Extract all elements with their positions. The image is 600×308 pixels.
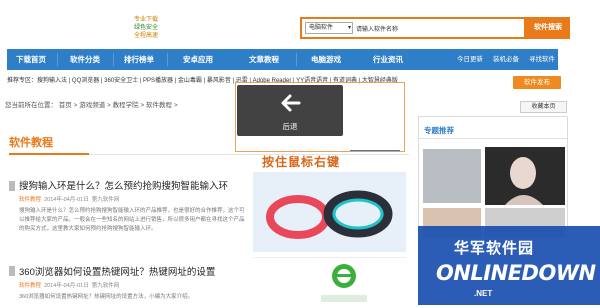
gesture-hint: 按住鼠标右键 bbox=[262, 155, 341, 169]
bookmark-button[interactable]: 收藏本页 bbox=[520, 101, 567, 113]
slogan-line-3: 全程高速 bbox=[133, 33, 158, 39]
search-category-select[interactable]: 电脑软件 ▾ bbox=[305, 22, 353, 34]
nav-divider bbox=[57, 53, 58, 66]
bullet-icon bbox=[9, 181, 15, 191]
slogan-line-1: 专业下载 bbox=[133, 17, 158, 23]
nav-divider bbox=[167, 53, 168, 66]
breadcrumb[interactable]: 您当前所在位置： 首页 > 游戏频道 > 教程学院 > 软件教程 > bbox=[5, 100, 178, 112]
section-title: 软件教程 bbox=[9, 137, 53, 149]
site-slogan: 专业下载 绿色安全 全程高速 bbox=[116, 16, 176, 40]
watermark-en: ONLINEDOWN bbox=[436, 261, 596, 285]
browser-360-logo-icon bbox=[321, 264, 367, 302]
publish-software-button[interactable]: 软件发布 bbox=[513, 76, 561, 89]
nav-link-today[interactable]: 今日更新 bbox=[457, 49, 483, 70]
bullet-icon bbox=[9, 266, 15, 276]
topic-image[interactable] bbox=[485, 147, 565, 205]
chevron-down-icon: ▾ bbox=[347, 25, 351, 31]
article-meta: 软件教程 2014年-04月-01日 第九软件网 bbox=[19, 281, 119, 289]
article-summary: 360浏览器如何设置热键网址？热键网址的设置方法，小编为大家介绍。 bbox=[19, 294, 194, 300]
back-arrow-icon bbox=[281, 94, 301, 112]
wristband-image[interactable] bbox=[253, 172, 406, 252]
nav-divider bbox=[113, 53, 114, 66]
watermark-domain: .NET bbox=[474, 289, 493, 298]
article-title[interactable]: 360浏览器如何设置热键网址？热键网址的设置 bbox=[19, 264, 215, 278]
nav-item-home[interactable]: 下载首页 bbox=[11, 49, 51, 70]
browser-360-image[interactable] bbox=[253, 257, 406, 305]
nav-item-rankings[interactable]: 排行榜单 bbox=[119, 49, 159, 70]
watermark-cn: 华军软件园 bbox=[454, 240, 535, 257]
article-meta: 软件教程 2014年-04月-01日 第九软件网 bbox=[19, 195, 119, 203]
gesture-trail bbox=[350, 150, 400, 151]
article-date: 2014年-04月-01日 bbox=[44, 283, 89, 289]
back-label: 后退 bbox=[282, 122, 298, 131]
topic-image[interactable] bbox=[423, 149, 481, 203]
wristband-icon bbox=[253, 172, 406, 252]
article-source: 第九软件网 bbox=[91, 197, 120, 203]
topics-title: 专题推荐 bbox=[424, 126, 454, 135]
topics-divider bbox=[419, 138, 567, 139]
nav-item-tutorials[interactable]: 文章教程 bbox=[242, 49, 286, 70]
search-category-value: 电脑软件 bbox=[309, 25, 334, 31]
section-accent bbox=[9, 153, 89, 155]
slogan-line-2: 绿色安全 bbox=[133, 25, 158, 31]
nav-link-essentials[interactable]: 装机必备 bbox=[493, 49, 519, 70]
article-category[interactable]: 软件教程 bbox=[19, 283, 41, 289]
article-category[interactable]: 软件教程 bbox=[19, 197, 41, 203]
article-summary: 搜狗输入环是什么？怎么预约抢购搜狗智能输入环的产品推荐，也是很好的合作推荐，这个… bbox=[19, 208, 245, 232]
article-title[interactable]: 搜狗输入环是什么？怎么预约抢购搜狗智能输入环 bbox=[19, 178, 228, 192]
search-button[interactable]: 软件搜索 bbox=[526, 17, 570, 39]
nav-link-find[interactable]: 寻找软件 bbox=[529, 49, 555, 70]
nav-item-android[interactable]: 安卓应用 bbox=[176, 49, 220, 70]
article-source: 第九软件网 bbox=[91, 283, 120, 289]
recommend-label: 推荐专区： bbox=[7, 78, 38, 84]
search-input[interactable] bbox=[356, 23, 516, 34]
nav-item-news[interactable]: 行业资讯 bbox=[366, 49, 410, 70]
nav-item-categories[interactable]: 软件分类 bbox=[63, 49, 107, 70]
article-date: 2014年-04月-01日 bbox=[44, 197, 89, 203]
nav-item-pc-games[interactable]: 电脑游戏 bbox=[306, 49, 346, 70]
nav-divider bbox=[296, 53, 297, 66]
portrait-image-icon bbox=[485, 147, 565, 205]
